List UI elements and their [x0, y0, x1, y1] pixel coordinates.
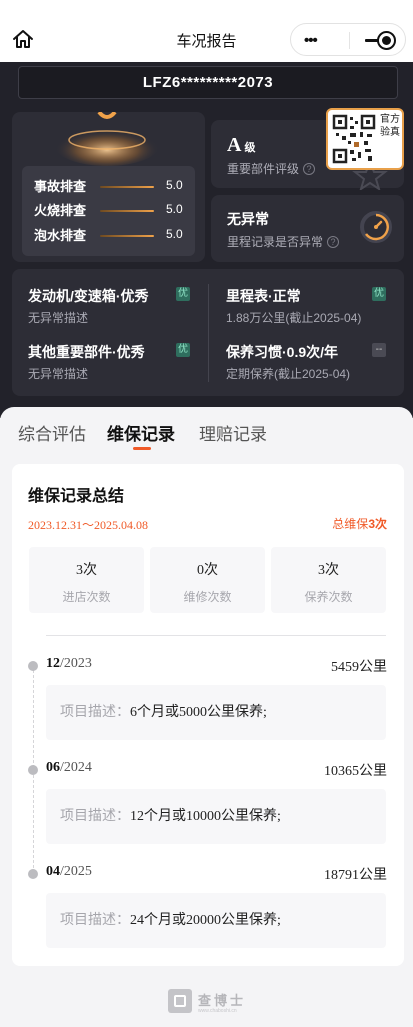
eval-odometer-tag: 优: [372, 287, 386, 301]
active-tab-indicator: [133, 447, 151, 450]
help-icon[interactable]: ?: [327, 236, 340, 248]
more-icon[interactable]: •••: [304, 32, 318, 49]
eval-other-parts-desc: 无异常描述: [28, 367, 89, 381]
eval-engine-desc: 无异常描述: [28, 311, 89, 325]
eval-maintenance-tag: --: [372, 343, 386, 357]
gauge-icon: [360, 211, 392, 243]
grade-label: 重要部件评级: [227, 162, 300, 176]
capsule-divider: [349, 32, 350, 49]
timeline-dot: [28, 661, 38, 671]
record-mileage: 5459公里: [331, 660, 387, 675]
stat-store-visits: 3次 进店次数: [29, 547, 144, 613]
halo-decoration: [55, 112, 159, 166]
summary-date-range: 2023.12.31～2025.04.08: [28, 518, 149, 532]
record-date: 06/2024: [46, 760, 92, 775]
mileage-label: 里程记录是否异常: [227, 235, 324, 249]
help-icon[interactable]: ?: [303, 163, 316, 175]
check-row-accident: 事故排查 5.0: [34, 178, 183, 194]
close-target-icon[interactable]: [377, 31, 396, 50]
official-verify-badge[interactable]: 官方验真: [326, 108, 404, 170]
record-mileage: 10365公里: [324, 764, 387, 779]
eval-engine-tag: 优: [176, 287, 190, 301]
score-bar: [100, 235, 154, 237]
eval-engine-title: 发动机/变速箱·优秀: [28, 288, 149, 304]
tab-claim-records[interactable]: 理赔记录: [199, 420, 267, 445]
score-bar: [100, 186, 154, 188]
qr-code-icon: [332, 114, 376, 164]
navigation-bar: 车况报告 •••: [0, 0, 413, 62]
tab-maintenance-records[interactable]: 维保记录: [107, 420, 175, 445]
stat-repairs: 0次 维修次数: [150, 547, 265, 613]
eval-maintenance-desc: 定期保养(截止2025-04): [226, 367, 351, 381]
official-verify-label: 官方验真: [380, 114, 400, 138]
eval-other-parts-tag: 优: [176, 343, 190, 357]
evaluation-divider: [208, 284, 209, 382]
record-description: 项目描述：24个月或20000公里保养;: [46, 893, 386, 948]
record-date: 04/2025: [46, 864, 92, 879]
mileage-status: 无异常: [227, 211, 269, 227]
divider: [46, 635, 386, 636]
stat-maintenance: 3次 保养次数: [271, 547, 386, 613]
record-description: 项目描述：12个月或10000公里保养;: [46, 789, 386, 844]
eval-other-parts-title: 其他重要部件·优秀: [28, 344, 145, 360]
grade-value: A级: [227, 134, 256, 156]
footer-brand-name: 查博士: [198, 993, 247, 1008]
timeline-dot: [28, 869, 38, 879]
score-bar: [100, 210, 154, 212]
miniprogram-capsule: •••: [290, 23, 406, 56]
summary-total: 总维保3次: [332, 517, 387, 531]
timeline-dot: [28, 765, 38, 775]
summary-title: 维保记录总结: [28, 488, 125, 505]
vin-display: LFZ6*********2073: [18, 66, 398, 99]
record-mileage: 18791公里: [324, 868, 387, 883]
eval-odometer-title: 里程表·正常: [226, 288, 301, 304]
check-row-flood: 泡水排查 5.0: [34, 227, 183, 243]
eval-odometer-desc: 1.88万公里(截止2025-04): [226, 311, 362, 325]
record-date: 12/2023: [46, 656, 92, 671]
eval-maintenance-title: 保养习惯·0.9次/年: [226, 344, 339, 360]
check-row-fire: 火烧排查 5.0: [34, 202, 183, 218]
record-description: 项目描述：6个月或5000公里保养;: [46, 685, 386, 740]
footer-brand: 查博士 www.chaboshi.cn: [168, 988, 252, 1016]
footer-brand-url: www.chaboshi.cn: [198, 1008, 237, 1014]
chaboshi-logo-icon: [168, 989, 192, 1013]
tab-overall-evaluation[interactable]: 综合评估: [18, 420, 86, 445]
